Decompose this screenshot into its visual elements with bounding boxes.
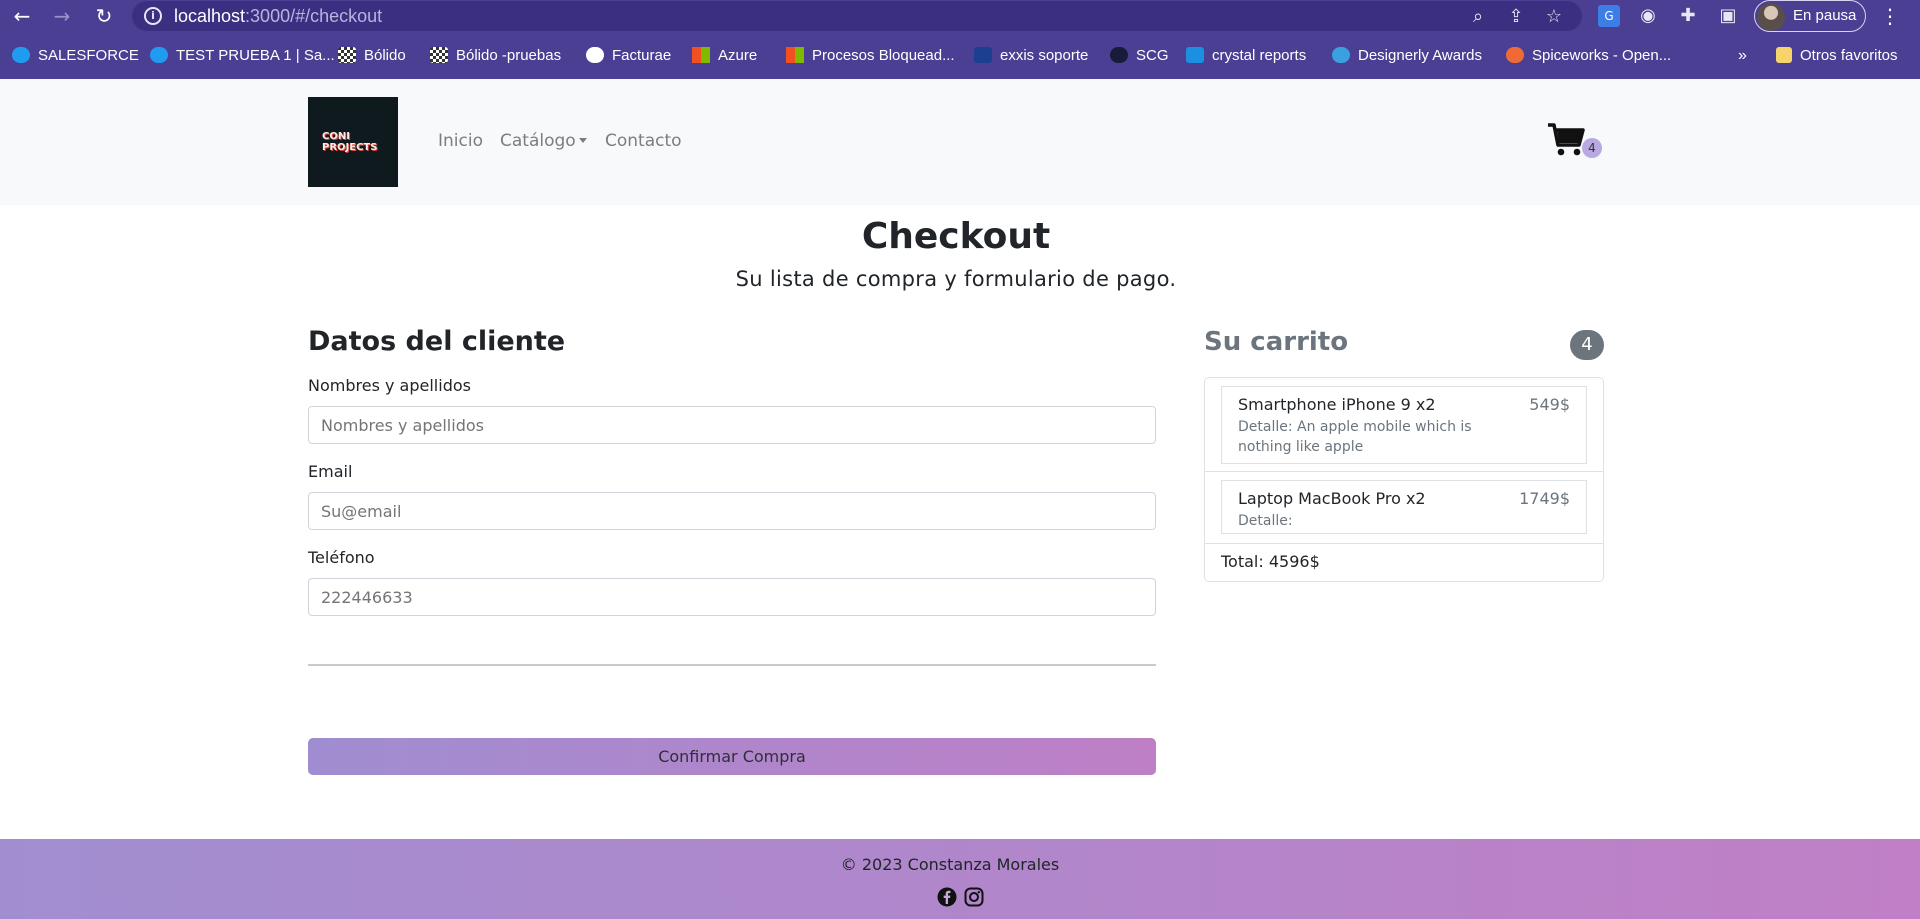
page-title: Checkout xyxy=(861,216,1051,257)
bookmark-crystal-reports[interactable]: crystal reports xyxy=(1186,44,1306,68)
cart-total: Total: 4596$ xyxy=(1221,552,1320,571)
confirm-purchase-button[interactable]: Confirmar Compra xyxy=(308,738,1156,775)
cart-item-price: 549$ xyxy=(1529,395,1570,414)
google-translate-icon[interactable]: G xyxy=(1598,5,1620,27)
phone-field-label: Teléfono xyxy=(308,548,375,567)
bookmark-test-prueba[interactable]: TEST PRUEBA 1 | Sa... xyxy=(150,44,335,68)
facebook-icon[interactable] xyxy=(937,887,957,907)
phone-field[interactable] xyxy=(308,578,1156,616)
bookmark-star-icon[interactable]: ☆ xyxy=(1542,5,1566,29)
footer-copyright: © 2023 Constanza Morales xyxy=(840,855,1060,874)
salesforce-icon xyxy=(150,47,168,63)
scg-icon xyxy=(1110,47,1128,63)
cart-item-detail: Detalle: xyxy=(1238,513,1293,529)
cart-item-price: 1749$ xyxy=(1519,489,1570,508)
shopping-cart-icon[interactable] xyxy=(1546,121,1586,157)
bookmark-facturae[interactable]: Facturae xyxy=(586,44,671,68)
bookmarks-bar: SALESFORCE TEST PRUEBA 1 | Sa... Bólido … xyxy=(0,42,1920,70)
cart-count-pill: 4 xyxy=(1570,330,1604,360)
zoom-icon[interactable]: ⌕ xyxy=(1466,5,1490,29)
checker-flag-icon xyxy=(430,47,448,63)
forward-icon[interactable]: → xyxy=(48,2,76,30)
form-divider xyxy=(308,664,1156,666)
email-field-label: Email xyxy=(308,462,353,481)
share-icon[interactable]: ⇪ xyxy=(1504,5,1528,29)
profile-status: En pausa xyxy=(1793,7,1857,24)
logo-text: CONI PROJECTS xyxy=(322,131,378,153)
cart-divider xyxy=(1205,543,1603,544)
cart-title: Su carrito xyxy=(1204,327,1349,357)
name-field-label: Nombres y apellidos xyxy=(308,376,471,395)
bookmark-bolido[interactable]: Bólido xyxy=(338,44,406,68)
salesforce-icon xyxy=(12,47,30,63)
cart-item-name: Smartphone iPhone 9 x2 xyxy=(1238,395,1436,414)
site-navbar: CONI PROJECTS Inicio Catálogo Contacto 4 xyxy=(0,79,1920,205)
nav-link-contacto[interactable]: Contacto xyxy=(605,131,682,151)
bookmark-salesforce[interactable]: SALESFORCE xyxy=(12,44,139,68)
spiceworks-icon xyxy=(1506,47,1524,63)
browser-menu-icon[interactable]: ⋮ xyxy=(1878,2,1902,30)
bookmark-designerly[interactable]: Designerly Awards xyxy=(1332,44,1482,68)
site-footer: © 2023 Constanza Morales xyxy=(0,839,1920,919)
browser-chrome: ← → ↻ i localhost:3000/#/checkout ⌕ ⇪ ☆ … xyxy=(0,0,1920,79)
page-subtitle: Su lista de compra y formulario de pago. xyxy=(735,267,1177,291)
email-field[interactable] xyxy=(308,492,1156,530)
site-info-icon[interactable]: i xyxy=(144,7,162,25)
microsoft-icon xyxy=(786,47,804,63)
bookmark-exxis[interactable]: exxis soporte xyxy=(974,44,1088,68)
sap-icon xyxy=(1186,47,1204,63)
customer-form-title: Datos del cliente xyxy=(308,326,566,357)
side-panel-icon[interactable]: ▣ xyxy=(1716,4,1740,28)
microsoft-icon xyxy=(692,47,710,63)
instagram-icon[interactable] xyxy=(964,887,984,907)
exxis-icon xyxy=(974,47,992,63)
extensions-puzzle-icon[interactable]: ✚ xyxy=(1676,4,1700,28)
facturae-icon xyxy=(586,47,604,63)
nav-link-inicio[interactable]: Inicio xyxy=(438,131,483,151)
reload-icon[interactable]: ↻ xyxy=(90,2,118,30)
cart-item: Laptop MacBook Pro x2 1749$ Detalle: xyxy=(1221,480,1587,534)
cart-divider xyxy=(1205,471,1603,472)
back-icon[interactable]: ← xyxy=(8,2,36,30)
cart-list: Smartphone iPhone 9 x2 549$ Detalle: An … xyxy=(1204,377,1604,582)
url-text[interactable]: localhost:3000/#/checkout xyxy=(174,6,382,27)
site-logo[interactable]: CONI PROJECTS xyxy=(308,97,398,187)
bookmark-procesos[interactable]: Procesos Bloquead... xyxy=(786,44,955,68)
browser-toolbar: ← → ↻ i localhost:3000/#/checkout ⌕ ⇪ ☆ … xyxy=(0,0,1920,32)
checker-flag-icon xyxy=(338,47,356,63)
designerly-icon xyxy=(1332,47,1350,63)
more-bookmarks-button[interactable]: » xyxy=(1738,44,1747,68)
cart-item-name: Laptop MacBook Pro x2 xyxy=(1238,489,1426,508)
cart-item-detail: Detalle: An apple mobile which is nothin… xyxy=(1238,419,1472,455)
cart-item: Smartphone iPhone 9 x2 549$ Detalle: An … xyxy=(1221,386,1587,464)
bookmark-scg[interactable]: SCG xyxy=(1110,44,1169,68)
bookmark-azure[interactable]: Azure xyxy=(692,44,757,68)
bookmark-spiceworks[interactable]: Spiceworks - Open... xyxy=(1506,44,1671,68)
cookie-extension-icon[interactable]: ◉ xyxy=(1636,4,1660,28)
profile-button[interactable]: En pausa xyxy=(1754,0,1866,32)
cart-count-badge: 4 xyxy=(1582,138,1602,158)
chevron-down-icon xyxy=(578,138,587,143)
nav-link-catalogo-label: Catálogo xyxy=(500,131,576,151)
address-bar[interactable]: i localhost:3000/#/checkout ⌕ ⇪ ☆ xyxy=(132,1,1582,31)
other-favorites-folder[interactable]: Otros favoritos xyxy=(1776,44,1898,68)
bookmark-bolido-pruebas[interactable]: Bólido -pruebas xyxy=(430,44,561,68)
folder-icon xyxy=(1776,47,1792,63)
name-field[interactable] xyxy=(308,406,1156,444)
avatar xyxy=(1757,3,1785,31)
nav-link-catalogo[interactable]: Catálogo xyxy=(500,131,587,151)
